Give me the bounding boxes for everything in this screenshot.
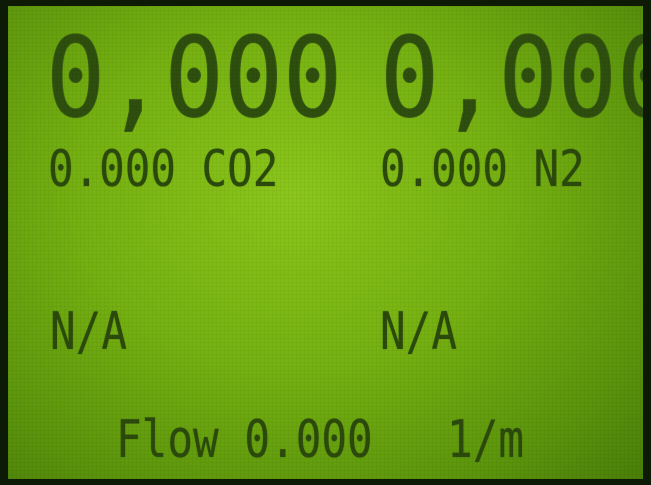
right-sub-reading: 0.000 N2 xyxy=(380,144,585,194)
right-main-reading: 0,000 xyxy=(380,14,643,143)
left-main-reading: 0,000 xyxy=(46,14,343,143)
left-status: N/A xyxy=(50,302,128,362)
right-status: N/A xyxy=(380,302,458,362)
flow-label: Flow xyxy=(116,410,219,470)
flow-value: 0.000 xyxy=(244,410,373,470)
co2-value: 0.000 xyxy=(48,140,176,198)
n2-unit: N2 xyxy=(533,140,585,198)
left-sub-reading: 0.000 CO2 xyxy=(48,144,278,194)
n2-value: 0.000 xyxy=(380,140,508,198)
flow-readout: Flow 0.000 1/m xyxy=(116,414,524,466)
co2-unit: CO2 xyxy=(201,140,279,198)
flow-unit: 1/m xyxy=(447,410,525,470)
lcd-screen: 0,000 0,000 0.000 CO2 0.000 N2 N/A N/A F… xyxy=(8,6,643,479)
